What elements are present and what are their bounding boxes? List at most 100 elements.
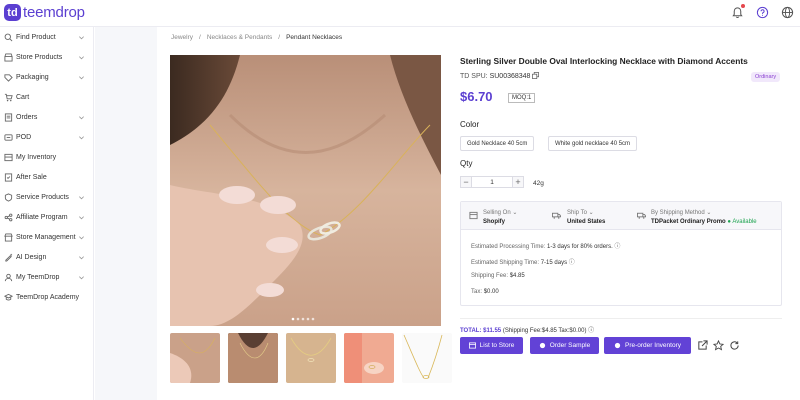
product-type-badge: Ordinary [751, 72, 781, 82]
list-icon [468, 342, 476, 349]
cart-icon [4, 93, 13, 102]
order-totals: TOTAL: $11.55 (Shipping Fee:$4.85 Tax:$0… [460, 325, 594, 334]
logo-mark: td [4, 4, 21, 21]
pod-icon [4, 133, 13, 142]
divider [460, 318, 782, 319]
search-icon [4, 33, 13, 42]
list-to-store-button[interactable]: List to Store [460, 337, 523, 354]
thumbnail-3[interactable] [286, 333, 336, 383]
service-icon [4, 192, 13, 202]
star-icon[interactable] [713, 340, 724, 351]
processing-time-label: Estimated Processing Time: [471, 244, 546, 250]
chevron-down-icon [78, 54, 85, 61]
sidebar-item-cart[interactable]: Cart [0, 87, 93, 107]
info-icon[interactable]: ⓘ [614, 244, 620, 250]
breadcrumb-jewelry[interactable]: Jewelry [171, 34, 193, 41]
sidebar-item-my-teemdrop[interactable]: My TeemDrop [0, 267, 93, 287]
chevron-down-icon [78, 114, 85, 121]
sidebar-item-label: Orders [16, 113, 38, 121]
sidebar-item-service-products[interactable]: Service Products [0, 187, 93, 207]
processing-time-value: 1-3 days for 80% orders. [547, 244, 613, 250]
breadcrumb-necklaces-pendants[interactable]: Necklaces & Pendants [207, 34, 272, 41]
ship-to-value: United States [567, 219, 606, 225]
qty-input[interactable]: 1 [472, 176, 512, 188]
sidebar-item-packaging[interactable]: Packaging [0, 67, 93, 87]
product-main-image[interactable] [170, 55, 441, 326]
logo-text: teemdrop [23, 4, 85, 21]
sidebar-item-pod[interactable]: POD [0, 127, 93, 147]
color-option-white-gold[interactable]: White gold necklace 40 5cm [548, 136, 638, 151]
bell-icon[interactable] [731, 4, 745, 19]
info-icon[interactable]: ⓘ [569, 260, 575, 266]
package-icon [4, 73, 13, 82]
help-icon[interactable] [756, 6, 769, 19]
sidebar-item-orders[interactable]: Orders [0, 107, 93, 127]
qty-decrement-button[interactable]: − [460, 176, 472, 188]
refresh-icon[interactable] [729, 340, 740, 351]
sidebar-item-label: AI Design [16, 253, 47, 261]
tax-row: Tax: $0.00 [471, 289, 499, 295]
breadcrumb: Jewelry / Necklaces & Pendants / Pendant… [171, 34, 342, 41]
spu-label: TD SPU: [460, 73, 488, 80]
shipping-method-status: Available [732, 219, 757, 225]
thumbnail-strip [170, 333, 452, 383]
sidebar-item-my-inventory[interactable]: My Inventory [0, 147, 93, 167]
selling-on-select[interactable]: Selling On ⌄ Shopify [483, 209, 517, 225]
sidebar-item-store-management[interactable]: Store Management [0, 227, 93, 247]
chevron-down-icon [78, 34, 85, 41]
ship-to-select[interactable]: Ship To ⌄ United States [567, 209, 605, 225]
sidebar-item-after-sale[interactable]: After Sale [0, 167, 93, 187]
thumbnail-1[interactable] [170, 333, 220, 383]
shipping-method-label: By Shipping Method [651, 210, 705, 216]
shipping-time-row: Estimated Shipping Time: 7-15 days ⓘ [471, 257, 575, 266]
shipping-method-value: TDPacket Ordinary Promo [651, 219, 726, 225]
color-option-gold[interactable]: Gold Necklace 40 5cm [460, 136, 535, 151]
store-icon [469, 211, 478, 220]
top-icons [731, 4, 794, 19]
preorder-inventory-label: Pre-order Inventory [625, 342, 681, 349]
qty-label: Qty [460, 159, 473, 168]
store-management-icon [4, 232, 13, 242]
preorder-inventory-button[interactable]: Pre-order Inventory [604, 337, 691, 354]
breadcrumb-current: Pendant Necklaces [286, 34, 343, 41]
globe-icon[interactable] [781, 6, 794, 19]
thumbnail-5[interactable] [402, 333, 452, 383]
qty-increment-button[interactable]: + [512, 176, 524, 188]
chevron-down-icon [78, 134, 85, 141]
sidebar-item-label: After Sale [16, 173, 47, 181]
truck-icon [552, 211, 561, 220]
total-value: $11.55 [483, 328, 502, 334]
selling-on-label: Selling On [483, 210, 511, 216]
quantity-stepper: − 1 + [460, 176, 524, 188]
sidebar-item-find-product[interactable]: Find Product [0, 27, 93, 47]
sidebar-item-label: My TeemDrop [16, 273, 60, 281]
sidebar-item-store-products[interactable]: Store Products [0, 47, 93, 67]
sidebar-item-label: My Inventory [16, 153, 57, 161]
sidebar-item-teemdrop-academy[interactable]: TeemDrop Academy [0, 287, 93, 307]
info-icon[interactable]: ⓘ [588, 328, 594, 334]
logo[interactable]: td teemdrop [4, 4, 85, 21]
order-sample-button[interactable]: Order Sample [530, 337, 599, 354]
breadcrumb-separator: / [278, 34, 281, 41]
chevron-down-icon [78, 234, 85, 241]
share-icon[interactable] [697, 340, 708, 351]
chevron-down-icon [78, 74, 85, 81]
sidebar-item-label: Find Product [16, 33, 56, 41]
selling-on-value: Shopify [483, 219, 505, 225]
chevron-down-icon [78, 194, 85, 201]
user-icon [4, 273, 13, 282]
thumbnail-4[interactable] [344, 333, 394, 383]
top-bar: td teemdrop [0, 0, 800, 27]
sidebar-item-label: Service Products [16, 193, 69, 201]
thumbnail-2[interactable] [228, 333, 278, 383]
preorder-icon [614, 342, 621, 349]
notification-dot [741, 4, 745, 8]
store-icon [4, 52, 13, 62]
copy-icon[interactable] [532, 72, 540, 79]
shipping-method-select[interactable]: By Shipping Method ⌄ TDPacket Ordinary P… [651, 209, 757, 225]
sidebar-item-ai-design[interactable]: AI Design [0, 247, 93, 267]
sample-icon [539, 342, 546, 349]
product-spu: TD SPU: SU00368348 [460, 72, 540, 80]
shipping-panel-header: Selling On ⌄ Shopify Ship To ⌄ United St… [461, 202, 781, 230]
sidebar-item-affiliate-program[interactable]: Affiliate Program [0, 207, 93, 227]
